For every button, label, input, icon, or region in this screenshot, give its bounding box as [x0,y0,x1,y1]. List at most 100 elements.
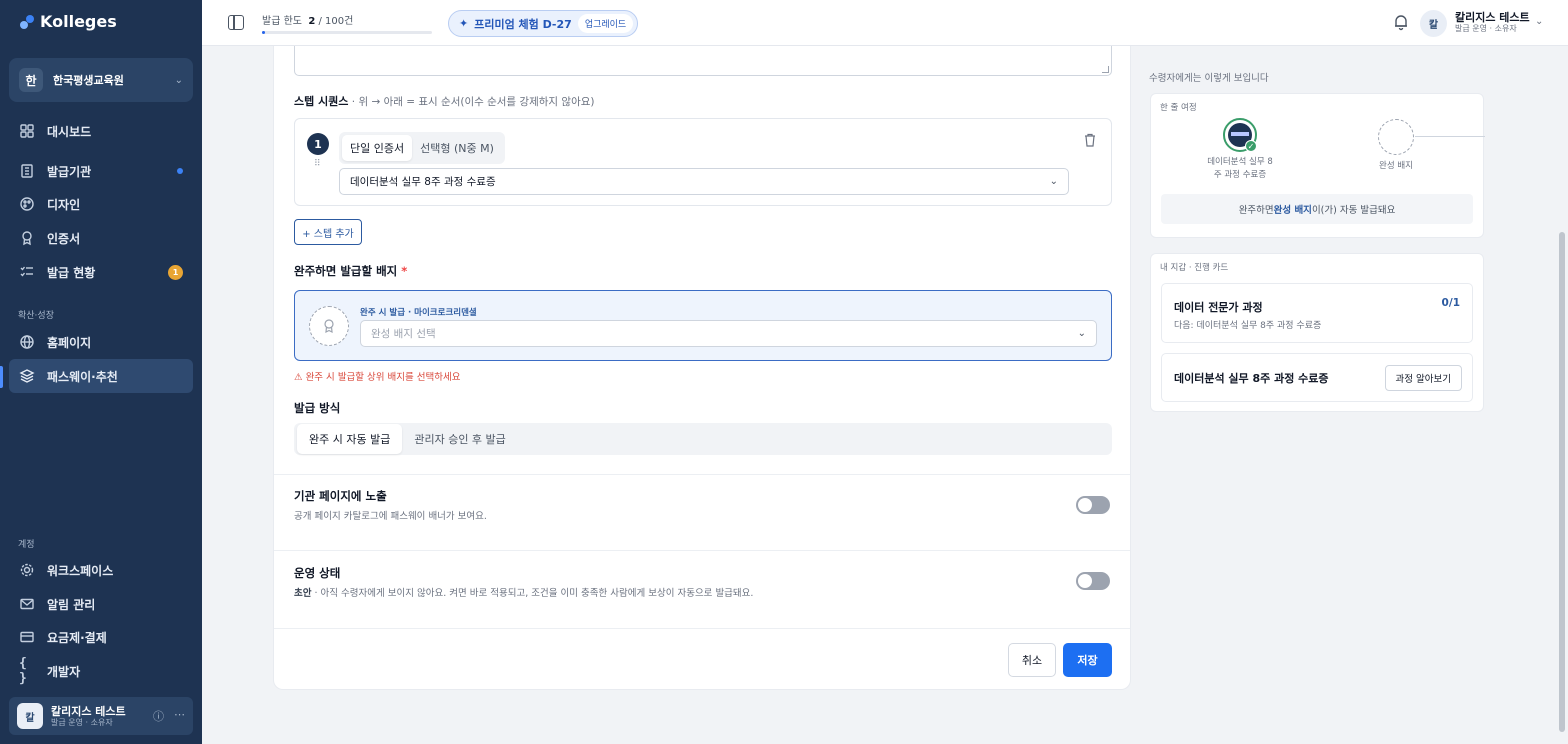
issue-auto-option[interactable]: 완주 시 자동 발급 [297,424,403,454]
sidebar: Kolleges 한 한국평생교육원 ⌄ 대시보드 발급기관 디자인 인증서 발… [0,0,202,744]
sidebar-item-certificates[interactable]: 인증서 [9,221,193,255]
progress-card: 데이터 전문가 과정 0/1 다음: 데이터분석 실무 8주 과정 수료증 [1161,283,1473,343]
upgrade-button[interactable]: 업그레이드 [577,14,634,33]
expose-toggle[interactable] [1076,496,1110,514]
issue-manual-option[interactable]: 관리자 승인 후 발급 [402,424,517,454]
course-title: 데이터분석 실무 8주 과정 수료증 [1174,372,1329,385]
sidebar-item-label: 개발자 [47,664,81,679]
sidebar-item-label: 디자인 [47,197,81,212]
drag-handle-icon[interactable]: ⠿ [314,159,321,169]
sidebar-item-label: 요금제·결제 [47,630,107,645]
badge-error-text: 완주 시 발급할 상위 배지를 선택하세요 [305,372,461,383]
chevron-down-icon[interactable]: ⌄ [1535,16,1543,27]
sidebar-item-dashboard[interactable]: 대시보드 [9,114,193,148]
card-icon [19,629,35,645]
building-icon [19,163,35,179]
quota-used: 2 [308,16,316,27]
cancel-button[interactable]: 취소 [1008,643,1056,677]
progress-count: 0/1 [1441,297,1460,309]
course-explore-button[interactable]: 과정 알아보기 [1384,365,1462,391]
sidebar-item-workspace[interactable]: 워크스페이스 [9,553,193,587]
mail-icon [19,596,35,612]
certificate-select-value: 데이터분석 실무 8주 과정 수료증 [350,176,496,188]
sidebar-item-label: 알림 관리 [47,597,96,612]
expose-desc: 공개 페이지 카탈로그에 패스웨이 배너가 보여요. [294,511,487,522]
scrollbar[interactable] [1558,46,1566,736]
step-mode-toggle: 단일 인증서 선택형 (N중 M) [339,132,505,164]
check-icon: ✓ [1245,140,1257,152]
braces-icon: { } [19,656,27,686]
quota-label: 발급 한도 2 / 100건 [262,12,353,27]
sparkle-icon: ✦ [459,17,469,30]
badge-select[interactable]: 완성 배지 선택 ⌄ [360,320,1097,347]
sidebar-item-pathways[interactable]: 패스웨이·추천 [9,359,193,393]
save-button[interactable]: 저장 [1063,643,1112,677]
sidebar-item-label: 인증서 [47,231,81,246]
sidebar-item-notifications[interactable]: 알림 관리 [9,587,193,621]
auto-post: 이(가) 자동 발급돼요 [1311,205,1396,216]
avatar[interactable]: 칼 [1420,10,1447,37]
expose-title: 기관 페이지에 노출 [294,489,387,503]
progress-next: 다음: 데이터분석 실무 8주 과정 수료증 [1174,321,1322,331]
user-name: 칼리지스 테스트 [51,704,126,718]
help-icon[interactable]: ⓘ [153,708,164,724]
resize-handle-icon[interactable] [1102,66,1109,73]
badge-label-text: 완주하면 발급할 배지 [294,264,398,278]
kolleges-logo-icon [18,13,36,31]
issue-method-toggle: 완주 시 자동 발급 관리자 승인 후 발급 [294,423,1112,455]
warning-icon: ⚠ [294,372,303,383]
sidebar-item-label: 워크스페이스 [47,563,114,578]
sidebar-toggle-icon[interactable] [228,15,244,30]
org-switcher[interactable]: 한 한국평생교육원 ⌄ [9,58,193,102]
course-card: 데이터분석 실무 8주 과정 수료증 과정 알아보기 [1161,353,1473,402]
quota-title: 발급 한도 [262,16,302,27]
mode-choice[interactable]: 선택형 (N중 M) [412,135,502,161]
org-avatar: 한 [19,68,43,92]
sidebar-item-developer[interactable]: { } 개발자 [9,654,193,688]
preview-title: 수령자에게는 이렇게 보입니다 [1149,73,1269,84]
status-title: 운영 상태 [294,566,341,580]
palette-icon [19,196,35,212]
org-name: 한국평생교육원 [53,74,124,87]
sidebar-item-issuers[interactable]: 발급기관 [9,154,193,188]
step-sequence-title: 스텝 시퀀스 · 위 → 아래 = 표시 순서(이수 순서를 강제하지 않아요) [294,93,594,109]
badge-error: ⚠ 완주 시 발급할 상위 배지를 선택하세요 [294,369,461,383]
certificate-select[interactable]: 데이터분석 실무 8주 과정 수료증 ⌄ [339,168,1069,195]
add-step-button[interactable]: + 스텝 추가 [294,219,362,245]
scroll-thumb[interactable] [1559,232,1565,732]
status-desc: 초안 · 아직 수령자에게 보이지 않아요. 켜면 바로 적용되고, 조건을 이… [294,585,753,599]
auto-issue-message: 완주하면 완성 배지 이(가) 자동 발급돼요 [1161,194,1473,224]
user-role: 발급 운영 · 소유자 [1455,24,1517,34]
sidebar-item-billing[interactable]: 요금제·결제 [9,620,193,654]
description-textarea[interactable] [294,46,1112,76]
sidebar-item-homepage[interactable]: 홈페이지 [9,325,193,359]
sidebar-item-issue-status[interactable]: 발급 현황 1 [9,255,193,289]
sidebar-item-design[interactable]: 디자인 [9,187,193,221]
sidebar-item-label: 홈페이지 [47,335,92,350]
pathway-form: 스텝 시퀀스 · 위 → 아래 = 표시 순서(이수 순서를 강제하지 않아요)… [273,46,1131,690]
trash-icon[interactable] [1083,133,1097,147]
step-title-text: 스텝 시퀀스 [294,95,349,108]
avatar: 칼 [17,703,43,729]
divider [274,628,1130,629]
dashboard-icon [19,123,35,139]
badge-hint: 완주 시 발급 · 마이크로크리덴셜 [360,308,477,318]
badge-select-placeholder: 완성 배지 선택 [371,328,436,340]
step-number: 1 [307,133,329,155]
quota-progress [262,31,432,34]
quota-progress-fill [262,31,266,34]
more-icon[interactable]: ⋯ [174,708,185,724]
chevron-down-icon: ⌄ [174,74,183,86]
divider [274,550,1130,551]
status-toggle[interactable] [1076,572,1110,590]
mode-single[interactable]: 단일 인증서 [342,135,413,161]
app-logo[interactable]: Kolleges [18,12,117,31]
sidebar-user[interactable]: 칼 칼리지스 테스트 발급 운영 · 소유자 ⓘ ⋯ [9,697,193,735]
chevron-down-icon: ⌄ [1049,176,1058,187]
journey-line [1415,136,1485,137]
sidebar-item-label: 발급 현황 [47,265,96,280]
badge-node-icon [1378,119,1414,155]
app-name: Kolleges [40,12,117,31]
bell-icon[interactable] [1392,13,1410,31]
premium-pill[interactable]: ✦ 프리미엄 체험 D-27 업그레이드 [448,10,639,37]
